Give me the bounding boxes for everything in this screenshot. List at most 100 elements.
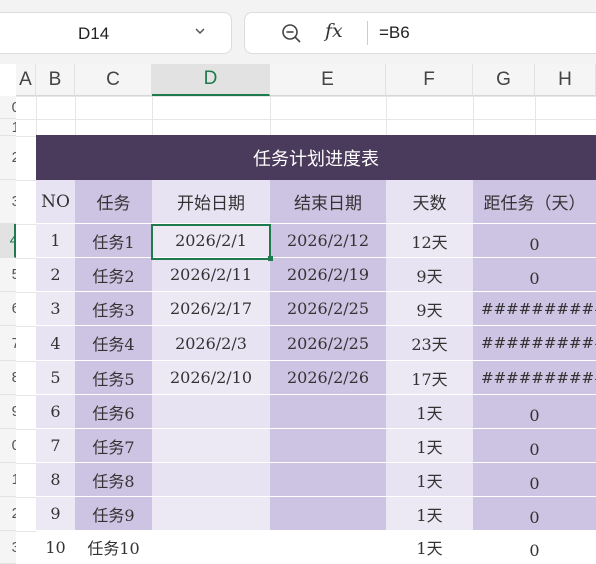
table-cell[interactable]: 0 [473,395,596,429]
table-cell[interactable]: 1 [36,224,75,258]
column-header-e[interactable]: E [270,64,386,96]
table-cell[interactable]: 2 [36,258,75,292]
table-cell[interactable]: 12天 [386,224,473,258]
row-header[interactable]: 5 [0,258,16,292]
table-cell[interactable] [152,531,270,564]
table-cell[interactable]: 1天 [386,497,473,531]
table-cell[interactable]: 1天 [386,531,473,564]
row-header[interactable]: 2 [0,136,16,180]
row-header[interactable]: 0 [0,429,16,463]
gridline [16,119,596,120]
column-header-f[interactable]: F [386,64,473,96]
table-cell[interactable]: 2026/2/26 [270,361,386,395]
table-cell[interactable] [152,395,270,429]
table-cell[interactable]: 0 [473,224,596,258]
formula-input[interactable]: =B6 [379,23,410,43]
table-cell[interactable]: 0 [473,531,596,564]
table-cell[interactable]: 任务5 [75,361,152,395]
row-header[interactable]: 9 [0,395,16,429]
table-cell[interactable] [270,395,386,429]
divider [367,21,368,45]
table-cell[interactable]: 0 [473,463,596,497]
table-cell[interactable]: 3 [36,292,75,326]
table-cell[interactable]: 2026/2/19 [270,258,386,292]
formula-bar[interactable]: fx =B6 [244,12,596,54]
row-header[interactable]: 2 [0,497,16,531]
table-cell[interactable]: ########### [473,361,596,395]
table-cell[interactable]: 0 [473,497,596,531]
table-cell[interactable]: 1天 [386,463,473,497]
row-header[interactable]: 8 [0,361,16,395]
table-cell[interactable]: ########### [473,326,596,361]
table-cell[interactable]: 任务9 [75,497,152,531]
table-cell[interactable]: 0 [473,258,596,292]
table-cell[interactable]: 任务10 [75,531,152,564]
table-header-cell[interactable]: 开始日期 [152,180,270,224]
active-cell-outline[interactable] [151,224,271,260]
row-header[interactable]: 1 [0,119,16,136]
row-header[interactable]: 1 [0,463,16,497]
name-box-value: D14 [78,24,110,43]
table-cell[interactable]: 2026/2/17 [152,292,270,326]
table-cell[interactable]: 5 [36,361,75,395]
column-header-c[interactable]: C [75,64,152,96]
row-header[interactable]: 3 [0,180,16,224]
table-cell[interactable] [152,463,270,497]
table-cell[interactable]: 任务7 [75,429,152,463]
row-header[interactable]: 4 [0,224,16,258]
table-cell[interactable] [270,429,386,463]
table-cell[interactable]: 7 [36,429,75,463]
table-header-cell[interactable]: 距任务（天） [473,180,596,224]
table-cell[interactable] [270,463,386,497]
table-cell[interactable]: 9天 [386,258,473,292]
table-cell[interactable]: 2026/2/12 [270,224,386,258]
table-cell[interactable]: 10 [36,531,75,564]
row-header[interactable]: 3 [0,531,16,564]
table-cell[interactable]: 9天 [386,292,473,326]
table-cell[interactable] [152,429,270,463]
table-cell[interactable]: 任务6 [75,395,152,429]
chevron-down-icon[interactable] [195,26,205,36]
table-cell[interactable]: 2026/2/25 [270,326,386,361]
column-header-d[interactable]: D [152,64,270,96]
table-cell[interactable]: 2026/2/3 [152,326,270,361]
table-cell[interactable] [270,531,386,564]
table-cell[interactable]: 任务1 [75,224,152,258]
row-number: 0 [12,99,16,116]
name-box[interactable]: D14 [0,12,232,54]
table-cell[interactable]: 4 [36,326,75,361]
row-header[interactable]: 0 [0,96,16,119]
function-icon[interactable]: fx [325,20,343,42]
table-cell[interactable]: 1天 [386,429,473,463]
table-header-cell[interactable]: 天数 [386,180,473,224]
table-cell[interactable]: 2026/2/25 [270,292,386,326]
zoom-icon[interactable] [280,22,302,44]
table-cell[interactable]: 6 [36,395,75,429]
table-cell[interactable]: 9 [36,497,75,531]
table-cell[interactable]: 2026/2/10 [152,361,270,395]
fill-handle[interactable] [268,256,273,261]
row-header[interactable]: 7 [0,326,16,361]
table-header-cell[interactable]: NO [36,180,75,224]
table-header-cell[interactable]: 结束日期 [270,180,386,224]
table-cell[interactable]: 任务8 [75,463,152,497]
table-cell[interactable]: 任务4 [75,326,152,361]
column-header-g[interactable]: G [473,64,535,96]
column-header-b[interactable]: B [36,64,75,96]
table-cell[interactable] [152,497,270,531]
table-cell[interactable]: 8 [36,463,75,497]
table-cell[interactable]: 23天 [386,326,473,361]
table-cell[interactable]: 17天 [386,361,473,395]
table-header-cell[interactable]: 任务 [75,180,152,224]
table-cell[interactable] [270,497,386,531]
table-cell[interactable]: 2026/2/11 [152,258,270,292]
row-number: 1 [12,471,16,488]
column-header-a[interactable]: A [16,64,36,96]
column-header-h[interactable]: H [535,64,596,96]
table-cell[interactable]: 0 [473,429,596,463]
table-cell[interactable]: ########### [473,292,596,326]
row-header[interactable]: 6 [0,292,16,326]
table-cell[interactable]: 任务2 [75,258,152,292]
table-cell[interactable]: 任务3 [75,292,152,326]
table-cell[interactable]: 1天 [386,395,473,429]
